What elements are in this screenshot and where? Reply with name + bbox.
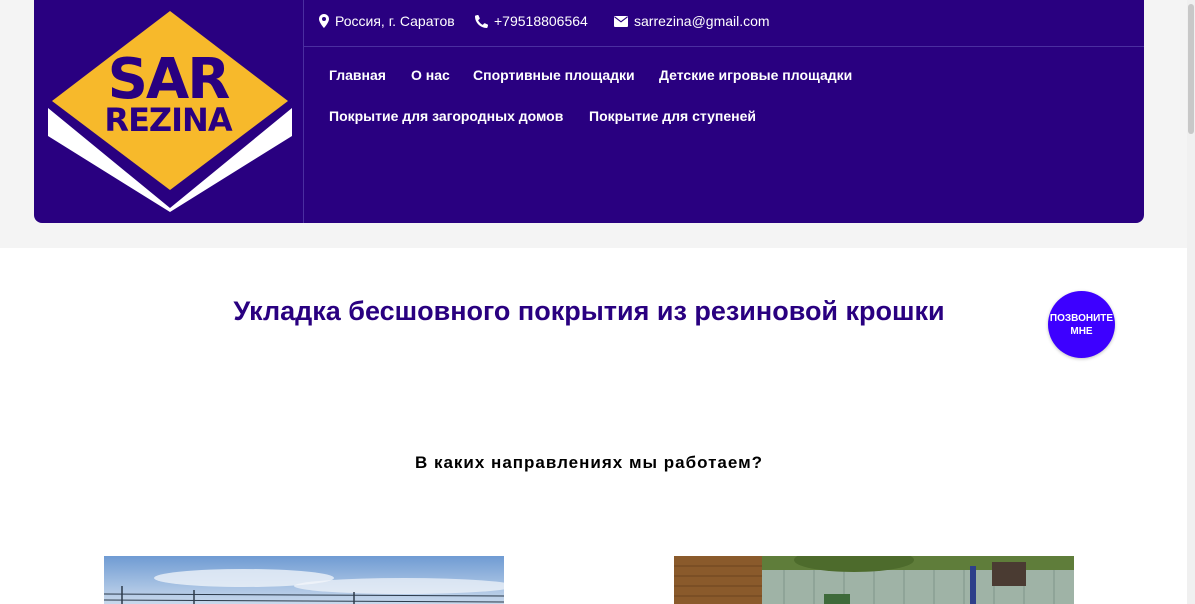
location-text: Россия, г. Саратов [335, 13, 455, 29]
nav-item-home[interactable]: Главная [329, 67, 386, 83]
phone-icon [475, 14, 488, 28]
page-scrollbar[interactable] [1187, 0, 1195, 604]
nav-item-country-houses[interactable]: Покрытие для загородных домов [329, 108, 563, 124]
nav-item-steps[interactable]: Покрытие для ступеней [589, 108, 756, 124]
scrollbar-thumb[interactable] [1188, 4, 1194, 134]
services-heading: В каких направлениях мы работаем? [414, 453, 764, 472]
envelope-icon [614, 15, 628, 27]
phone-text: +79518806564 [494, 13, 588, 29]
logo-area: SAR REZINA [34, 0, 304, 223]
call-button-line2: МНЕ [1070, 325, 1093, 337]
call-me-button[interactable]: ПОЗВОНИТЕ МНЕ [1048, 291, 1115, 358]
phone-contact[interactable]: +79518806564 [475, 12, 588, 30]
nav-item-about[interactable]: О нас [411, 67, 450, 83]
map-marker-icon [319, 14, 329, 28]
nav-item-sports-grounds[interactable]: Спортивные площадки [473, 67, 635, 83]
site-header: SAR REZINA Россия, г. Саратов +795188065… [34, 0, 1144, 223]
playground-photo[interactable] [674, 556, 1074, 604]
email-text: sarrezina@gmail.com [634, 13, 770, 29]
location-contact: Россия, г. Саратов [319, 12, 455, 30]
nav-item-playgrounds[interactable]: Детские игровые площадки [659, 67, 852, 83]
logo: SAR REZINA [48, 11, 292, 212]
call-button-line1: ПОЗВОНИТЕ [1049, 312, 1114, 324]
sports-ground-photo[interactable] [104, 556, 504, 604]
page-title: Укладка бесшовного покрытия из резиновой… [233, 296, 945, 326]
email-contact[interactable]: sarrezina@gmail.com [614, 12, 770, 30]
logo-text-rezina: REZINA [104, 101, 232, 139]
contact-bar: Россия, г. Саратов +79518806564 sarrezin… [304, 0, 1144, 47]
